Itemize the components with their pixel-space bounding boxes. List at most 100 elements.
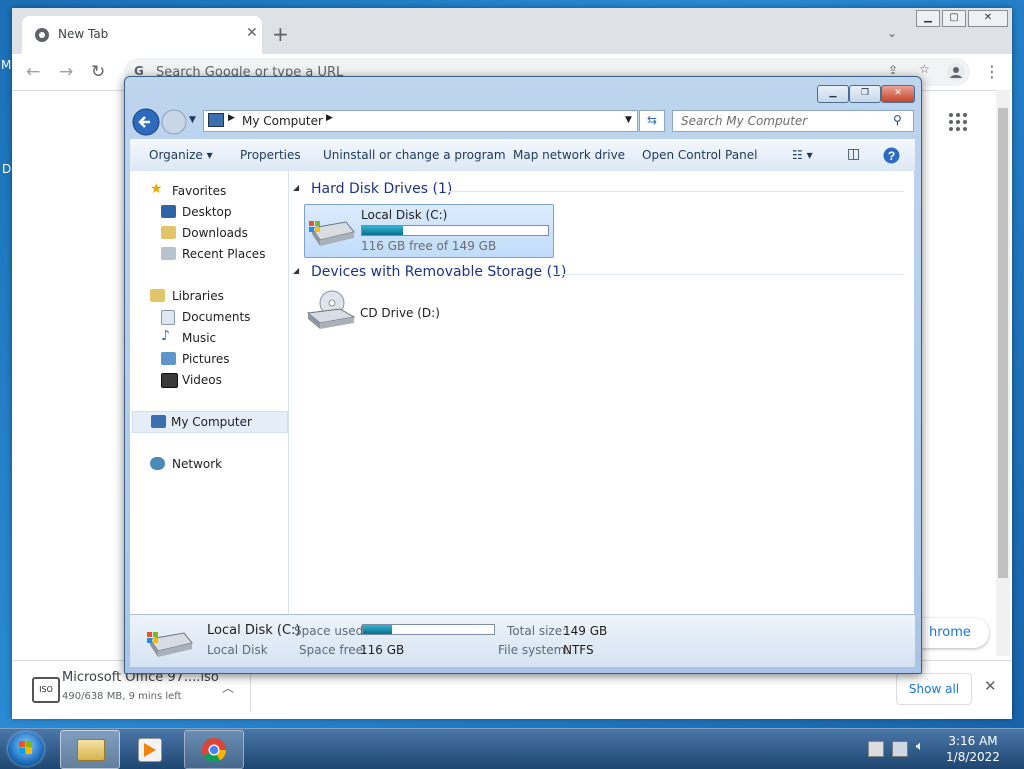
- forward-arrow-icon[interactable]: [161, 109, 187, 135]
- refresh-icon[interactable]: ⇆: [639, 110, 665, 132]
- back-arrow-icon[interactable]: [132, 108, 160, 136]
- drive-c-free-space: 116 GB free of 149 GB: [361, 239, 497, 253]
- reload-icon[interactable]: ↻: [91, 62, 105, 82]
- total-size-label: Total size:: [507, 624, 567, 638]
- documents-icon: [161, 310, 175, 325]
- explorer-window: ▁ ❐ ✕ ▼ ▶ My Computer ▶ ▼ ⇆ Search My Co…: [124, 76, 922, 674]
- details-drive-type: Local Disk: [207, 643, 268, 657]
- nav-downloads[interactable]: Downloads: [130, 223, 280, 243]
- minimize-button[interactable]: ▁: [817, 85, 849, 103]
- change-view-icon[interactable]: ☷ ▾: [792, 148, 813, 162]
- clock-time: 3:16 AM: [948, 734, 998, 748]
- cd-drive-icon: [306, 290, 356, 329]
- menu-kebab-icon[interactable]: ⋮: [984, 62, 1000, 81]
- breadcrumb-arrow-icon[interactable]: ▶: [228, 113, 235, 123]
- organize-button[interactable]: Organize ▾: [149, 148, 213, 162]
- drive-c-usage-bar: [361, 225, 549, 236]
- group-header-hdd[interactable]: Hard Disk Drives (1): [311, 181, 452, 197]
- desktop-edge-text: D: [2, 162, 12, 176]
- download-status: 490/638 MB, 9 mins left: [62, 691, 182, 702]
- music-note-icon: ♪: [161, 328, 170, 344]
- close-icon[interactable]: ✕: [984, 677, 997, 695]
- chevron-up-icon[interactable]: ︿: [222, 679, 234, 696]
- maximize-button[interactable]: ▢: [942, 10, 966, 27]
- nav-music[interactable]: ♪ Music: [130, 328, 280, 348]
- collapse-group-icon[interactable]: ◢: [293, 183, 299, 192]
- map-network-drive-button[interactable]: Map network drive: [513, 148, 625, 162]
- nav-desktop[interactable]: Desktop: [130, 202, 280, 222]
- clock-date: 1/8/2022: [946, 750, 1000, 764]
- nav-recent-places[interactable]: Recent Places: [130, 244, 280, 264]
- minimize-button[interactable]: ▁: [916, 10, 940, 27]
- drive-d-tile[interactable]: CD Drive (D:): [304, 283, 464, 337]
- nav-network[interactable]: Network: [130, 454, 280, 474]
- forward-arrow-icon[interactable]: →: [59, 62, 73, 82]
- show-all-button[interactable]: Show all: [896, 673, 972, 705]
- search-placeholder: Search My Computer: [681, 114, 808, 128]
- start-button[interactable]: [8, 732, 44, 766]
- tab-new-tab[interactable]: New Tab ✕: [22, 16, 262, 54]
- taskbar-explorer-button[interactable]: [60, 730, 120, 769]
- drive-c-tile[interactable]: Local Disk (C:) 116 GB free of 149 GB: [304, 204, 554, 258]
- recent-pages-chevron-icon[interactable]: ▼: [189, 115, 196, 125]
- navigation-pane: ★ Favorites Desktop Downloads Recent Pla…: [130, 171, 289, 614]
- scrollbar-thumb[interactable]: [998, 108, 1008, 578]
- divider: [250, 669, 251, 711]
- windows-logo-icon: [19, 741, 32, 754]
- tab-search-chevron-icon[interactable]: ⌄: [887, 26, 897, 40]
- search-input[interactable]: Search My Computer ⚲: [672, 110, 914, 132]
- hard-disk-icon: [309, 221, 355, 246]
- system-clock[interactable]: 3:16 AM 1/8/2022: [938, 733, 1008, 765]
- nav-libraries[interactable]: Libraries: [130, 286, 280, 306]
- chrome-tab-strip: New Tab ✕ + ⌄ ▁ ▢ ✕: [12, 8, 1012, 54]
- details-pane: Local Disk (C:) Local Disk Space used: S…: [130, 614, 915, 667]
- tab-close-icon[interactable]: ✕: [246, 25, 258, 41]
- profile-avatar-icon[interactable]: [946, 62, 966, 82]
- open-control-panel-button[interactable]: Open Control Panel: [642, 148, 757, 162]
- volume-icon[interactable]: 🔈︎: [916, 739, 930, 754]
- nav-pictures[interactable]: Pictures: [130, 349, 280, 369]
- address-bar[interactable]: ▶ My Computer ▶ ▼: [203, 110, 638, 132]
- properties-button[interactable]: Properties: [240, 148, 301, 162]
- nav-favorites[interactable]: ★ Favorites: [130, 181, 280, 201]
- space-used-label: Space used:: [294, 624, 368, 638]
- collapse-group-icon[interactable]: ◢: [293, 266, 299, 275]
- uninstall-program-button[interactable]: Uninstall or change a program: [323, 148, 506, 162]
- action-center-flag-icon[interactable]: [868, 741, 884, 757]
- content-pane: ◢ Hard Disk Drives (1) Local Disk (C:) 1…: [289, 171, 914, 614]
- file-system-value: NTFS: [563, 643, 594, 657]
- share-icon[interactable]: ⇪: [888, 63, 898, 77]
- nav-documents[interactable]: Documents: [130, 307, 280, 327]
- space-free-value: 116 GB: [360, 643, 405, 657]
- taskbar-media-player-button[interactable]: [122, 730, 180, 767]
- back-arrow-icon[interactable]: ←: [26, 62, 40, 82]
- details-drive-name: Local Disk (C:): [207, 623, 301, 638]
- taskbar-chrome-button[interactable]: [184, 730, 244, 769]
- breadcrumb-my-computer[interactable]: My Computer: [242, 114, 323, 128]
- computer-icon: [208, 113, 224, 127]
- search-icon[interactable]: ⚲: [893, 113, 902, 127]
- new-tab-button[interactable]: +: [272, 22, 289, 46]
- videos-icon: [161, 373, 178, 388]
- close-button[interactable]: ✕: [881, 85, 915, 103]
- drive-c-usage-fill: [362, 226, 403, 235]
- apps-grid-icon[interactable]: [948, 112, 968, 132]
- folder-icon: [77, 739, 105, 761]
- network-tray-icon[interactable]: [892, 741, 908, 757]
- hard-disk-icon: [147, 632, 193, 657]
- preview-pane-icon[interactable]: ◫: [847, 146, 860, 162]
- nav-videos[interactable]: Videos: [130, 370, 280, 390]
- maximize-button[interactable]: ❐: [849, 85, 881, 103]
- chrome-icon: [202, 738, 226, 763]
- network-globe-icon: [150, 457, 165, 470]
- group-divider: [449, 191, 904, 192]
- group-header-removable[interactable]: Devices with Removable Storage (1): [311, 264, 566, 280]
- file-system-label: File system:: [498, 643, 570, 657]
- space-free-label: Space free:: [299, 643, 368, 657]
- bookmark-star-icon[interactable]: ☆: [919, 62, 930, 76]
- nav-my-computer[interactable]: My Computer: [132, 411, 288, 433]
- help-icon[interactable]: ?: [883, 147, 900, 164]
- address-dropdown-icon[interactable]: ▼: [625, 115, 632, 125]
- breadcrumb-arrow-icon[interactable]: ▶: [326, 113, 333, 123]
- close-button[interactable]: ✕: [968, 10, 1008, 27]
